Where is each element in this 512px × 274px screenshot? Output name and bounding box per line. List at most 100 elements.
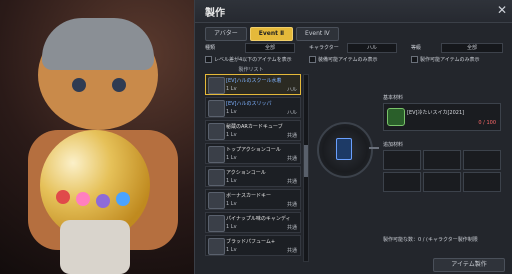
recipe-name: トップアクションコール [226,147,281,153]
materials-panel: 基本材料 [EV]冷たいスイカ[2021] 0 / 100 追加材料 [383,94,501,192]
tab-event-iv[interactable]: Event Ⅳ [296,27,339,41]
swimsuit-preview-icon [336,138,352,160]
window-titlebar: 製作 ✕ [195,0,512,23]
recipe-name: [EV]ハルのスクール水着 [226,78,282,84]
recipe-level-label: Lv [230,201,237,207]
recipe-level: 1 Lv [226,224,237,230]
filter-character-select[interactable]: ハル [347,43,397,53]
recipe-character-tag: ハル [286,110,297,116]
card-cube-icon [208,123,225,140]
craft-item-button[interactable]: アイテム製作 [433,258,505,272]
swimsuit-icon [208,77,225,94]
recipe-level: 1 Lv [226,109,237,115]
recipe-item[interactable]: ボーナスカードキー 1 Lv 共通 [205,189,301,210]
recipe-character-tag: 共通 [286,156,297,162]
recipe-level-label: Lv [230,178,237,184]
filter-type-select[interactable]: 全部 [245,43,295,53]
recipe-level-value: 1 [226,86,230,92]
gumball-red [56,190,70,204]
material-name: [EV]冷たいスイカ[2021] [407,110,465,116]
recipe-level-value: 1 [226,201,230,207]
checkbox-box[interactable] [309,56,316,63]
raccoon-eye-left [72,78,86,92]
window-title: 製作 [205,8,225,19]
recipe-name: パイナップル味のキャンディ [226,216,291,222]
recipe-level-label: Lv [230,132,237,138]
checkbox-craftable-only[interactable]: 製作可能アイテムのみ表示 [411,56,480,63]
category-tabs: アバター Event Ⅱ Event Ⅳ [205,27,339,41]
recipe-item[interactable]: [EV]ハルのスリッパ 1 Lv ハル [205,97,301,118]
additional-material-slot[interactable] [423,150,461,170]
recipe-character-tag: 共通 [286,133,297,139]
checkbox-level-diff[interactable]: レベル差が4以下のアイテムを表示 [205,56,292,63]
recipe-name: 秘蔵のARカードキューブ [226,124,283,130]
recipe-level: 1 Lv [226,178,237,184]
recipe-level-label: Lv [230,155,237,161]
recipe-name: アクションコール [226,170,266,176]
card-key-icon [208,192,225,209]
required-materials-title: 基本材料 [383,95,404,101]
slippers-icon [208,100,225,117]
filter-checkboxes: レベル差が4以下のアイテムを表示 装備可能アイテムのみ表示 製作可能アイテムのみ… [205,56,503,64]
recipe-item[interactable]: アクションコール 1 Lv 共通 [205,166,301,187]
filter-grade-select[interactable]: 全部 [441,43,503,53]
close-icon[interactable]: ✕ [497,3,507,17]
recipe-level-value: 1 [226,155,230,161]
recipe-name: [EV]ハルのスリッパ [226,101,272,107]
recipe-list-scrollbar[interactable] [303,74,309,262]
watermelon-icon [387,108,405,126]
additional-material-slot[interactable] [423,172,461,192]
additional-material-slot[interactable] [383,150,421,170]
recipe-level: 1 Lv [226,86,237,92]
gumball-blue [116,192,130,206]
recipe-level-label: Lv [230,224,237,230]
additional-material-slot[interactable] [463,172,501,192]
game-background-scene [0,0,200,274]
checkbox-craftable-only-label: 製作可能アイテムのみ表示 [420,57,480,63]
filter-grade-label: 等級 [411,45,422,51]
recipe-character-tag: 共通 [286,225,297,231]
recipe-item[interactable]: パイナップル味のキャンディ 1 Lv 共通 [205,212,301,233]
required-material-slot[interactable]: [EV]冷たいスイカ[2021] 0 / 100 [383,103,501,131]
craft-preview-circle [317,122,373,178]
additional-material-slot[interactable] [463,150,501,170]
gumball-machine-base [60,220,130,274]
action-call-icon [208,169,225,186]
checkbox-equippable-only[interactable]: 装備可能アイテムのみ表示 [309,56,378,63]
recipe-item[interactable]: [EV]ハルのスクール水着 1 Lv ハル [205,74,301,95]
recipe-level-label: Lv [230,109,237,115]
recipe-character-tag: 共通 [286,179,297,185]
recipe-item[interactable]: 秘蔵のARカードキューブ 1 Lv 共通 [205,120,301,141]
additional-material-slot[interactable] [383,172,421,192]
connector-line [369,147,379,149]
recipe-level-value: 1 [226,132,230,138]
checkbox-box[interactable] [205,56,212,63]
recipe-character-tag: 共通 [286,248,297,254]
recipe-list-title: 製作リスト [238,67,264,73]
recipe-level-label: Lv [230,86,237,92]
recipe-name: ボーナスカードキー [226,193,272,199]
raccoon-eye-right [112,78,126,92]
checkbox-box[interactable] [411,56,418,63]
action-call-icon [208,146,225,163]
additional-materials-title: 追加材料 [383,142,404,148]
tab-event-ii[interactable]: Event Ⅱ [249,27,294,41]
gumball-pink [76,192,90,206]
checkbox-equippable-only-label: 装備可能アイテムのみ表示 [318,57,378,63]
gumball-purple [96,194,110,208]
recipe-level-value: 1 [226,224,230,230]
recipe-level: 1 Lv [226,132,237,138]
checkbox-level-diff-label: レベル差が4以下のアイテムを表示 [214,57,292,63]
tab-avatar[interactable]: アバター [205,27,247,41]
recipe-level: 1 Lv [226,201,237,207]
recipe-character-tag: ハル [286,87,297,93]
recipe-level: 1 Lv [226,155,237,161]
recipe-item[interactable]: トップアクションコール 1 Lv 共通 [205,143,301,164]
material-count: 0 / 100 [478,120,496,126]
filter-character-label: キャラクター [309,45,339,51]
candy-icon [208,215,225,232]
recipe-character-tag: 共通 [286,202,297,208]
craftable-count-text: 製作可能な数：0 / (キャラクター製作制限 [383,237,478,243]
scrollbar-thumb[interactable] [304,145,308,177]
raccoon-helmet [42,18,154,70]
